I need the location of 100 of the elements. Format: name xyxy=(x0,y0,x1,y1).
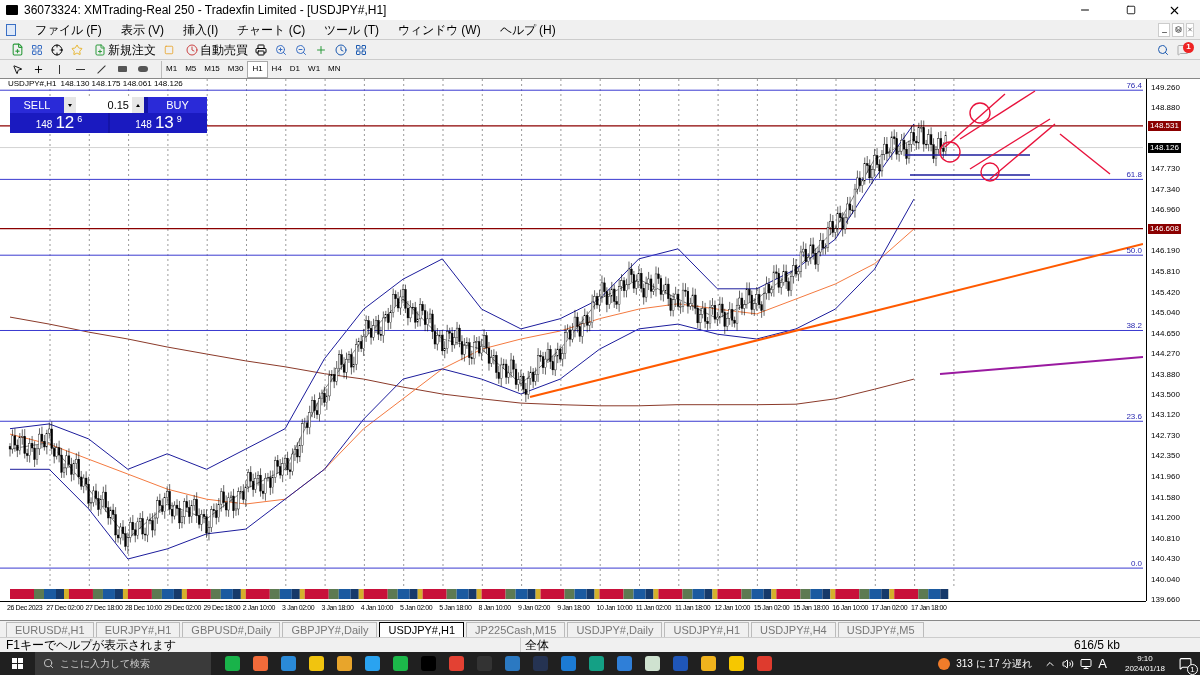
fibonacci-level-label: 76.4 xyxy=(1126,81,1142,91)
window-title: 36073324: XMTrading-Real 250 - Tradexfin Limited - [USDJPY#,H1] xyxy=(24,2,387,19)
menu-item[interactable]: 挿入(I) xyxy=(183,20,219,39)
candlestick-drawing xyxy=(677,282,717,331)
taskbar-app-icon[interactable] xyxy=(589,656,604,671)
price-tick-label: 140.430 xyxy=(1151,554,1180,563)
price-tick-label: 143.120 xyxy=(1151,410,1180,420)
price-tick-label: 142.350 xyxy=(1151,451,1180,461)
timeframe-button[interactable]: H4 xyxy=(267,60,286,78)
chart-tab[interactable]: EURJPY#,H1 xyxy=(95,622,181,637)
windows-logo-icon[interactable] xyxy=(12,658,23,669)
price-marker-label: 148.126 xyxy=(1148,142,1181,153)
candlestick-drawing xyxy=(716,282,756,335)
candlestick-drawing xyxy=(205,483,245,541)
search-icon xyxy=(43,658,54,669)
app-logo-icon xyxy=(6,5,18,15)
price-tick-label: 145.040 xyxy=(1151,307,1180,317)
timeframe-button[interactable]: M15 xyxy=(200,60,224,78)
auto-trading-button[interactable]: 自動売買 xyxy=(184,40,250,59)
price-tick-label: 144.270 xyxy=(1151,348,1180,358)
timeframe-button[interactable]: M1 xyxy=(162,60,182,78)
candlestick-drawing xyxy=(166,483,206,532)
chart-tab[interactable]: GBPUSD#,Daily xyxy=(182,622,281,637)
menu-item[interactable]: ファイル (F) xyxy=(35,20,102,39)
document-icon xyxy=(6,23,16,36)
taskbar-app-icon[interactable] xyxy=(365,656,380,671)
timeframe-button[interactable]: W1 xyxy=(304,60,325,78)
timeframe-button[interactable]: MN xyxy=(324,60,345,78)
menu-item[interactable]: ヘルプ (H) xyxy=(499,20,556,39)
fibonacci-level-label: 38.2 xyxy=(1126,321,1142,331)
menu-item[interactable]: ウィンドウ (W) xyxy=(398,20,481,39)
taskbar-app-icon[interactable] xyxy=(253,656,268,671)
price-tick-label: 141.960 xyxy=(1151,472,1180,482)
traffic-notice: 313 に 17 分遅れ xyxy=(956,657,1033,671)
taskbar-app-icon[interactable] xyxy=(701,656,716,671)
candlestick-drawing xyxy=(480,328,520,392)
chart-tab[interactable]: USDJPY#,M5 xyxy=(837,622,924,637)
taskbar-app-icon[interactable] xyxy=(309,656,324,671)
notifications-icon[interactable] xyxy=(1179,657,1192,670)
price-tick-label: 144.650 xyxy=(1151,328,1180,338)
restore-icon[interactable] xyxy=(1172,22,1184,37)
clock-icon[interactable] xyxy=(332,41,350,58)
candlestick-drawing xyxy=(362,288,402,357)
timeframe-button[interactable]: H1 xyxy=(247,60,268,78)
price-tick-label: 149.260 xyxy=(1151,82,1180,92)
taskbar-app-icon[interactable] xyxy=(393,656,408,671)
print-icon[interactable] xyxy=(252,41,270,58)
chart-tab[interactable]: USDJPY#,H1 xyxy=(379,622,465,637)
new-order-icon xyxy=(94,43,106,56)
price-tick-label: 146.190 xyxy=(1151,246,1180,256)
chart-tab[interactable]: USDJPY#,Daily xyxy=(567,622,663,637)
taskbar-search-field[interactable]: ここに入力して検索 xyxy=(35,652,211,675)
notification-count: 1 xyxy=(1187,664,1198,675)
candlestick-drawing xyxy=(519,342,559,403)
price-marker-label: 148.531 xyxy=(1148,120,1181,131)
crosshair-icon[interactable] xyxy=(48,41,66,58)
chart-symbol: USDJPY#,H1 xyxy=(8,79,57,88)
fibonacci-level-label: 0.0 xyxy=(1130,559,1142,569)
increase-icon[interactable] xyxy=(132,97,144,113)
lot-size-field[interactable]: 0.15 xyxy=(76,97,132,113)
price-tick-label: 147.730 xyxy=(1151,164,1180,174)
timeframe-button[interactable]: M30 xyxy=(223,60,248,78)
chart-tab[interactable]: EURUSD#,H1 xyxy=(6,622,94,637)
taskbar-app-icon[interactable] xyxy=(645,656,660,671)
timeframe-button[interactable]: D1 xyxy=(285,60,305,78)
price-tick-label: 146.960 xyxy=(1151,205,1180,215)
fibonacci-level-label: 61.8 xyxy=(1126,170,1142,180)
chart-tab[interactable]: JP225Cash,M15 xyxy=(466,622,566,637)
taskbar-app-icon[interactable] xyxy=(225,656,240,671)
price-tick-label: 141.580 xyxy=(1151,492,1180,502)
price-tick-label: 139.660 xyxy=(1151,595,1180,605)
status-traffic: 616/5 kb xyxy=(1073,638,1122,652)
network-icon[interactable] xyxy=(1080,657,1093,670)
fibonacci-level-label: 23.6 xyxy=(1126,412,1142,422)
decrease-icon[interactable] xyxy=(64,97,76,113)
menu-item[interactable]: チャート (C) xyxy=(237,20,306,39)
buy-button[interactable]: BUY xyxy=(148,97,207,113)
candlestick-drawing xyxy=(912,120,947,167)
sell-button[interactable]: SELL xyxy=(10,97,64,113)
price-tick-label: 141.200 xyxy=(1151,512,1180,522)
clock-time: 9:10 xyxy=(1137,653,1153,664)
timeframe-button[interactable]: M5 xyxy=(181,60,201,78)
chart-tab[interactable]: USDJPY#,H1 xyxy=(664,622,750,637)
price-tick-label: 140.810 xyxy=(1151,533,1180,543)
ime-indicator[interactable]: A xyxy=(1098,653,1107,674)
candlestick-drawing xyxy=(637,265,677,317)
taskbar-app-icon[interactable] xyxy=(337,656,352,671)
menu-item[interactable]: 表示 (V) xyxy=(120,20,164,39)
price-tick-label: 145.810 xyxy=(1151,266,1180,276)
price-tick-label: 140.040 xyxy=(1151,574,1180,584)
taskbar-app-icon[interactable] xyxy=(729,656,744,671)
clock-date: 2024/01/18 xyxy=(1124,663,1165,674)
speaker-icon[interactable] xyxy=(1062,657,1075,670)
price-tick-label: 143.500 xyxy=(1151,390,1180,400)
minimize-icon[interactable] xyxy=(1158,22,1170,37)
chart-tab[interactable]: USDJPY#,H4 xyxy=(751,622,836,637)
status-help-text: F1キーでヘルプが表示されます xyxy=(5,638,177,652)
chart-tab[interactable]: GBPJPY#,Daily xyxy=(282,622,378,637)
new-order-button[interactable]: 新規注文 xyxy=(92,40,158,59)
menu-item[interactable]: ツール (T) xyxy=(324,20,379,39)
